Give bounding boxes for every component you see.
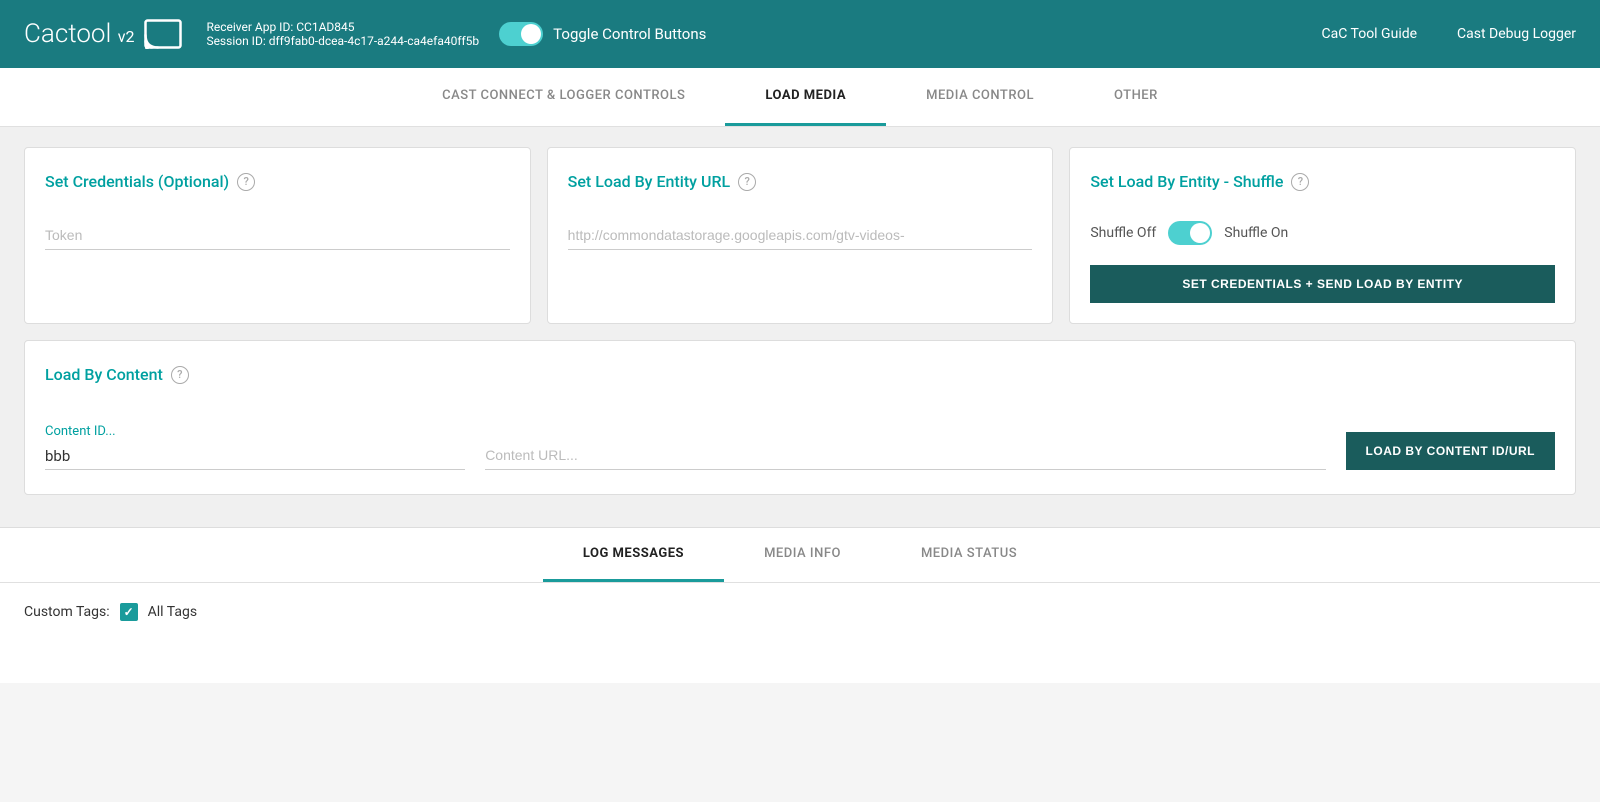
all-tags-label: All Tags	[148, 604, 197, 620]
custom-tags-row: Custom Tags: All Tags	[24, 603, 1576, 621]
set-credentials-send-entity-button[interactable]: SET CREDENTIALS + SEND LOAD BY ENTITY	[1090, 265, 1555, 303]
shuffle-off-label: Shuffle Off	[1090, 225, 1156, 241]
session-id: Session ID: dff9fab0-dcea-4c17-a244-ca4e…	[206, 34, 479, 48]
main-tabs: CAST CONNECT & LOGGER CONTROLS LOAD MEDI…	[0, 68, 1600, 127]
shuffle-on-label: Shuffle On	[1224, 225, 1288, 241]
tab-log-messages[interactable]: LOG MESSAGES	[543, 528, 724, 582]
toggle-label: Toggle Control Buttons	[553, 25, 706, 43]
entity-url-help-icon[interactable]: ?	[738, 173, 756, 191]
control-buttons-toggle[interactable]	[499, 22, 543, 46]
tab-other[interactable]: OTHER	[1074, 68, 1198, 126]
content-url-input[interactable]	[485, 441, 1325, 470]
app-header: Cactool v2 Receiver App ID: CC1AD845 Ses…	[0, 0, 1600, 68]
load-by-content-help-icon[interactable]: ?	[171, 366, 189, 384]
logo: Cactool v2	[24, 19, 182, 49]
receiver-app-id: Receiver App ID: CC1AD845	[206, 20, 479, 34]
load-content-body: Content ID... bbb LOAD BY CONTENT ID/URL	[45, 424, 1555, 470]
shuffle-toggle[interactable]	[1168, 221, 1212, 245]
content-id-group: Content ID... bbb	[45, 424, 465, 470]
credentials-help-icon[interactable]: ?	[237, 173, 255, 191]
entity-shuffle-card: Set Load By Entity - Shuffle ? Shuffle O…	[1069, 147, 1576, 324]
all-tags-checkbox[interactable]	[120, 603, 138, 621]
bottom-content: Custom Tags: All Tags	[0, 583, 1600, 683]
tab-media-control[interactable]: MEDIA CONTROL	[886, 68, 1074, 126]
tab-cast-connect[interactable]: CAST CONNECT & LOGGER CONTROLS	[402, 68, 725, 126]
app-name: Cactool v2	[24, 19, 134, 49]
load-by-content-title: Load By Content ?	[45, 365, 1555, 384]
content-id-label: Content ID...	[45, 424, 465, 439]
bottom-tabs: LOG MESSAGES MEDIA INFO MEDIA STATUS	[0, 528, 1600, 583]
tab-media-info[interactable]: MEDIA INFO	[724, 528, 881, 582]
custom-tags-label: Custom Tags:	[24, 604, 110, 620]
entity-url-input[interactable]	[568, 221, 1033, 250]
shuffle-row: Shuffle Off Shuffle On	[1090, 221, 1555, 245]
token-input[interactable]	[45, 221, 510, 250]
session-info: Receiver App ID: CC1AD845 Session ID: df…	[206, 20, 479, 48]
toggle-control-section: Toggle Control Buttons	[499, 22, 706, 46]
load-by-content-button[interactable]: LOAD BY CONTENT ID/URL	[1346, 432, 1555, 470]
cac-tool-guide-link[interactable]: CaC Tool Guide	[1322, 26, 1418, 42]
credentials-title: Set Credentials (Optional) ?	[45, 172, 510, 191]
cast-icon	[144, 19, 182, 49]
top-cards-row: Set Credentials (Optional) ? Set Load By…	[24, 147, 1576, 324]
load-by-content-card: Load By Content ? Content ID... bbb LOAD…	[24, 340, 1576, 495]
entity-url-card: Set Load By Entity URL ?	[547, 147, 1054, 324]
header-nav: CaC Tool Guide Cast Debug Logger	[1322, 26, 1577, 42]
content-id-value[interactable]: bbb	[45, 443, 465, 470]
tab-load-media[interactable]: LOAD MEDIA	[725, 68, 886, 126]
content-url-group	[485, 441, 1325, 470]
tab-media-status[interactable]: MEDIA STATUS	[881, 528, 1057, 582]
entity-url-title: Set Load By Entity URL ?	[568, 172, 1033, 191]
credentials-card: Set Credentials (Optional) ?	[24, 147, 531, 324]
main-content: Set Credentials (Optional) ? Set Load By…	[0, 127, 1600, 527]
bottom-section: LOG MESSAGES MEDIA INFO MEDIA STATUS Cus…	[0, 528, 1600, 683]
cast-debug-logger-link[interactable]: Cast Debug Logger	[1457, 26, 1576, 42]
entity-shuffle-title: Set Load By Entity - Shuffle ?	[1090, 172, 1555, 191]
entity-shuffle-help-icon[interactable]: ?	[1291, 173, 1309, 191]
